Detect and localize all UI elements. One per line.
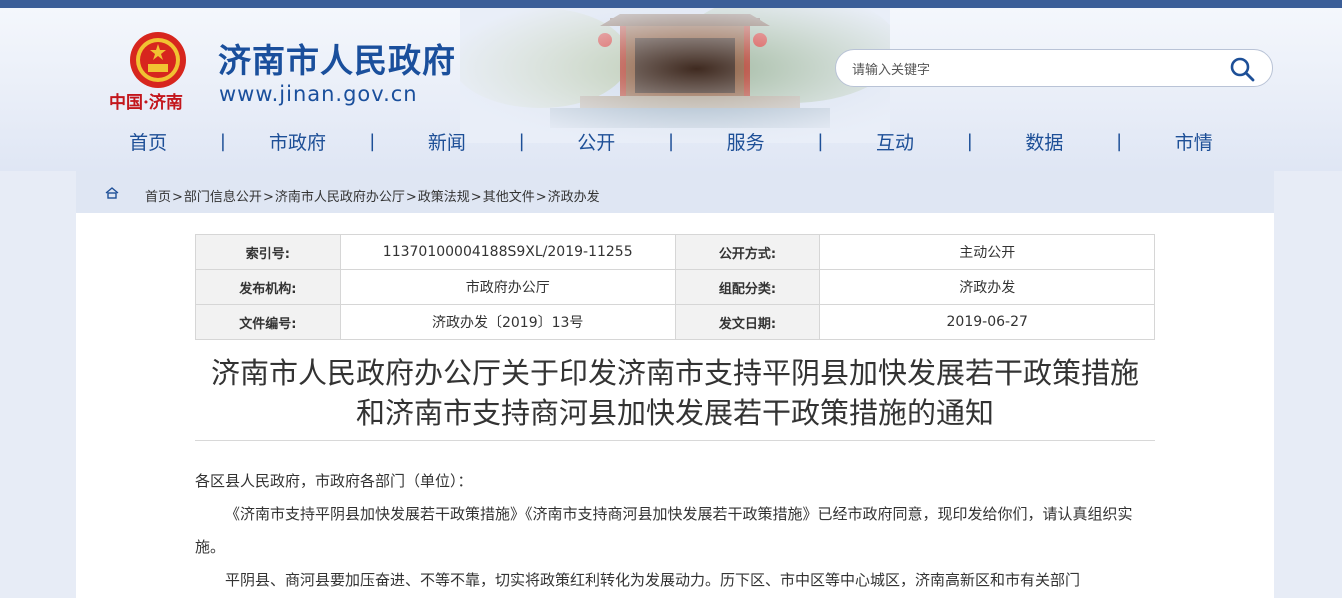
paragraph: 《济南市支持平阴县加快发展若干政策措施》《济南市支持商河县加快发展若干政策措施》… bbox=[195, 505, 1133, 556]
breadcrumb-link-office[interactable]: 济南市人民政府办公厅 bbox=[275, 190, 405, 205]
site-url[interactable]: www.jinan.gov.cn bbox=[219, 82, 418, 106]
nav-item-government[interactable]: 市政府 bbox=[223, 128, 371, 155]
breadcrumb-separator: > bbox=[262, 190, 274, 205]
breadcrumb-separator: > bbox=[172, 190, 183, 205]
breadcrumb-link-other-docs[interactable]: 其他文件 bbox=[483, 190, 535, 205]
site-title[interactable]: 济南市人民政府 bbox=[218, 34, 456, 82]
breadcrumb-link-policy[interactable]: 政策法规 bbox=[418, 190, 470, 205]
open-method-value: 主动公开 bbox=[819, 234, 1155, 270]
nav-item-news[interactable]: 新闻 bbox=[373, 128, 521, 155]
table-row: 发布机构: 市政府办公厅 组配分类: 济政办发 bbox=[195, 269, 1155, 305]
table-row: 索引号: 11370100004188S9XL/2019-11255 公开方式:… bbox=[195, 234, 1155, 270]
search-box bbox=[835, 49, 1273, 87]
nav-item-public[interactable]: 公开 bbox=[522, 128, 670, 155]
doc-number-value: 济政办发〔2019〕13号 bbox=[339, 304, 676, 340]
issue-date-value: 2019-06-27 bbox=[819, 304, 1155, 340]
document-title: 济南市人民政府办公厅关于印发济南市支持平阴县加快发展若干政策措施 和济南市支持商… bbox=[195, 353, 1155, 433]
issuer-label: 发布机构: bbox=[195, 269, 341, 305]
scenery-banner-image bbox=[460, 8, 890, 143]
breadcrumb-separator: > bbox=[535, 190, 547, 205]
nav-item-interaction[interactable]: 互动 bbox=[821, 128, 969, 155]
site-header: 中国·济南 济南市人民政府 www.jinan.gov.cn 首页 | 市政府 … bbox=[0, 8, 1342, 171]
top-bar bbox=[0, 0, 1342, 8]
breadcrumb-separator: > bbox=[405, 190, 417, 205]
document-title-line: 和济南市支持商河县加快发展若干政策措施的通知 bbox=[355, 396, 994, 430]
breadcrumb: 首页>部门信息公开>济南市人民政府办公厅>政策法规>其他文件>济政办发 bbox=[76, 171, 1274, 213]
national-emblem-icon bbox=[130, 32, 186, 88]
document-title-line: 济南市人民政府办公厅关于印发济南市支持平阴县加快发展若干政策措施 bbox=[210, 356, 1139, 390]
table-row: 文件编号: 济政办发〔2019〕13号 发文日期: 2019-06-27 bbox=[195, 304, 1155, 340]
search-icon[interactable] bbox=[1229, 56, 1255, 82]
nav-item-data[interactable]: 数据 bbox=[970, 128, 1118, 155]
breadcrumb-link-dept-info[interactable]: 部门信息公开 bbox=[184, 190, 262, 205]
home-icon[interactable] bbox=[105, 187, 119, 199]
nav-item-city[interactable]: 市情 bbox=[1120, 128, 1268, 155]
salutation: 各区县人民政府，市政府各部门（单位）： bbox=[195, 472, 473, 490]
title-divider bbox=[195, 440, 1155, 441]
nav-item-home[interactable]: 首页 bbox=[74, 128, 222, 155]
document-body: 各区县人民政府，市政府各部门（单位）： 《济南市支持平阴县加快发展若干政策措施》… bbox=[195, 465, 1155, 597]
breadcrumb-link-home[interactable]: 首页 bbox=[145, 190, 171, 205]
index-value: 11370100004188S9XL/2019-11255 bbox=[339, 234, 676, 270]
document-content: 索引号: 11370100004188S9XL/2019-11255 公开方式:… bbox=[76, 213, 1274, 598]
breadcrumb-link-current[interactable]: 济政办发 bbox=[548, 190, 600, 205]
document-meta-table: 索引号: 11370100004188S9XL/2019-11255 公开方式:… bbox=[195, 234, 1155, 340]
nav-item-service[interactable]: 服务 bbox=[672, 128, 820, 155]
category-value: 济政办发 bbox=[819, 269, 1155, 305]
breadcrumb-trail: 首页>部门信息公开>济南市人民政府办公厅>政策法规>其他文件>济政办发 bbox=[145, 186, 600, 205]
main-nav: 首页 | 市政府 | 新闻 | 公开 | 服务 | 互动 | 数据 | 市情 bbox=[74, 126, 1268, 156]
doc-number-label: 文件编号: bbox=[195, 304, 341, 340]
breadcrumb-separator: > bbox=[470, 190, 482, 205]
issue-date-label: 发文日期: bbox=[674, 304, 821, 340]
category-label: 组配分类: bbox=[674, 269, 821, 305]
index-label: 索引号: bbox=[195, 234, 341, 270]
open-method-label: 公开方式: bbox=[674, 234, 821, 270]
paragraph: 平阴县、商河县要加压奋进、不等不靠，切实将政策红利转化为发展动力。历下区、市中区… bbox=[225, 571, 1081, 589]
search-input[interactable] bbox=[850, 59, 1214, 81]
issuer-value: 市政府办公厅 bbox=[339, 269, 676, 305]
logo-text: 中国·济南 bbox=[109, 93, 183, 113]
